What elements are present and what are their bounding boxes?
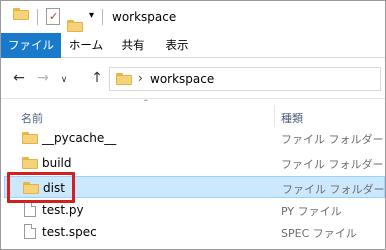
file-name: test.py: [42, 203, 84, 217]
title-bar: ✓ ▾ workspace: [1, 1, 385, 33]
column-header: 名前 種類: [1, 101, 385, 129]
file-row-test-spec[interactable]: test.spec SPEC ファイル: [4, 221, 385, 243]
recent-locations-icon[interactable]: ∨: [57, 71, 71, 89]
window-title: workspace: [112, 10, 177, 24]
highlight-annotation: [7, 172, 75, 203]
file-type: PY ファイル: [281, 205, 342, 218]
navigation-bar: ← → ∨ ↑ › workspace: [1, 59, 385, 99]
file-row-pycache[interactable]: __pycache__ ファイル フォルダー: [4, 127, 385, 149]
new-folder-icon[interactable]: [67, 20, 83, 32]
file-type: ファイル フォルダー: [281, 133, 384, 146]
folder-icon[interactable]: [13, 8, 29, 20]
tab-file[interactable]: ファイル: [1, 33, 61, 58]
properties-icon[interactable]: ✓: [46, 8, 60, 25]
file-name: test.spec: [42, 225, 97, 239]
file-name: __pycache__: [42, 131, 117, 145]
address-path[interactable]: workspace: [150, 72, 214, 86]
explorer-window: ✓ ▾ workspace ファイル ホーム 共有 表示 ← → ∨ ↑ › w…: [0, 0, 386, 250]
folder-icon: [116, 73, 132, 85]
file-name: build: [42, 156, 72, 170]
file-icon: [24, 224, 36, 239]
column-divider[interactable]: [274, 105, 275, 127]
file-row-build[interactable]: build ファイル フォルダー: [4, 152, 385, 174]
title-separator: [102, 9, 103, 25]
file-type: ファイル フォルダー: [281, 158, 384, 171]
file-icon: [24, 202, 36, 217]
up-arrow-icon[interactable]: ↑: [87, 69, 107, 87]
back-arrow-icon[interactable]: ←: [9, 69, 29, 87]
address-bar[interactable]: › workspace: [109, 67, 381, 91]
checkmark-icon: ✓: [49, 10, 59, 23]
folder-icon: [22, 132, 38, 144]
tab-home[interactable]: ホーム: [61, 33, 111, 58]
ribbon-tabs: ファイル ホーム 共有 表示: [1, 33, 385, 58]
file-type: SPEC ファイル: [281, 227, 357, 240]
tab-view[interactable]: 表示: [155, 33, 199, 58]
column-name[interactable]: 名前: [21, 110, 43, 126]
file-type: ファイル フォルダー: [282, 183, 385, 196]
folder-icon: [22, 157, 38, 169]
toolbar-separator: [37, 9, 38, 25]
customize-toolbar-icon[interactable]: ▾: [89, 10, 94, 22]
forward-arrow-icon[interactable]: →: [33, 69, 53, 87]
column-type[interactable]: 種類: [281, 110, 303, 126]
tab-share[interactable]: 共有: [111, 33, 155, 58]
chevron-right-icon[interactable]: ›: [138, 71, 143, 85]
